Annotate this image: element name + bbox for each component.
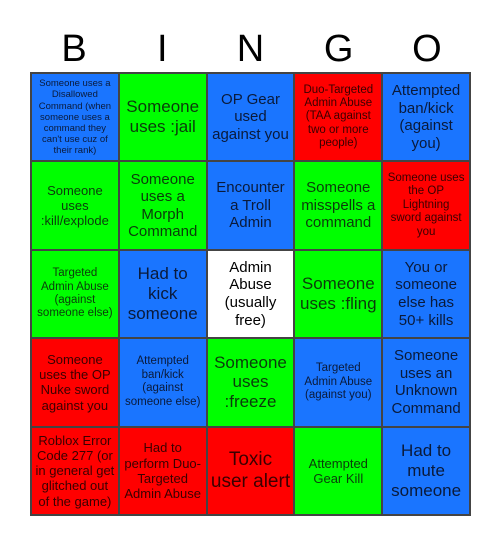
cell-text: Someone uses :kill/explode: [40, 182, 109, 229]
cell-text: Had to mute someone: [391, 440, 462, 500]
header-letter-n: N: [236, 28, 265, 70]
bingo-cell[interactable]: Attempted Gear Kill: [294, 426, 383, 515]
cell-text: Attempted ban/kick (against someone else…: [124, 355, 201, 408]
bingo-cell[interactable]: Someone uses the OP Lightning sword agai…: [382, 161, 470, 250]
bingo-board: Someone uses a Disallowed Command (when …: [30, 72, 471, 516]
cell-text: Admin Abuse (usually free): [224, 258, 277, 329]
cell-text: Someone uses :jail: [126, 97, 200, 137]
bingo-cell[interactable]: Attempted ban/kick (against you): [382, 73, 470, 162]
bingo-cell[interactable]: Had to mute someone: [382, 426, 470, 515]
cell-text: Someone uses the OP Lightning sword agai…: [387, 171, 465, 238]
bingo-cell[interactable]: Someone uses a Morph Command: [118, 161, 207, 250]
cell-text: Had to perform Duo-Targeted Admin Abuse: [124, 440, 201, 501]
bingo-cell[interactable]: You or someone else has 50+ kills: [382, 249, 470, 339]
cell-text: You or someone else has 50+ kills: [395, 258, 457, 329]
header-letter-i: I: [157, 28, 168, 70]
cell-text: Toxic user alert: [210, 448, 291, 492]
bingo-cell[interactable]: Attempted ban/kick (against someone else…: [118, 338, 207, 427]
bingo-header: B I N G O: [30, 26, 471, 72]
cell-text: Someone uses a Disallowed Command (when …: [38, 78, 112, 156]
cell-text: Someone uses :fling: [300, 274, 377, 313]
bingo-cell[interactable]: Someone uses a Disallowed Command (when …: [31, 73, 119, 162]
cell-text: Someone uses a Morph Command: [128, 170, 198, 241]
bingo-cell[interactable]: Someone uses :freeze: [206, 338, 295, 427]
bingo-cell[interactable]: OP Gear used against you: [206, 73, 295, 162]
bingo-cell[interactable]: Toxic user alert: [206, 426, 295, 515]
cell-text: Attempted Gear Kill: [308, 455, 368, 486]
cell-text: Attempted ban/kick (against you): [391, 82, 461, 152]
bingo-cell[interactable]: Duo-Targeted Admin Abuse (TAA against tw…: [294, 73, 383, 162]
bingo-cell[interactable]: Someone uses an Unknown Command: [382, 338, 470, 427]
header-letter-o: O: [412, 28, 442, 70]
cell-text: Someone uses :freeze: [214, 352, 287, 412]
bingo-cell[interactable]: Someone misspells a command: [294, 161, 383, 250]
cell-text: Encounter a Troll Admin: [216, 179, 285, 232]
cell-text: Someone misspells a command: [301, 179, 376, 232]
bingo-cell[interactable]: Had to kick someone: [118, 249, 207, 339]
bingo-cell[interactable]: Someone uses :fling: [294, 249, 383, 339]
free-space-cell[interactable]: Admin Abuse (usually free): [206, 249, 295, 339]
cell-text: Someone uses an Unknown Command: [391, 347, 461, 417]
bingo-cell[interactable]: Targeted Admin Abuse (against you): [294, 338, 383, 427]
bingo-cell[interactable]: Encounter a Troll Admin: [206, 161, 295, 250]
cell-text: Duo-Targeted Admin Abuse (TAA against tw…: [303, 83, 374, 150]
bingo-cell[interactable]: Someone uses the OP Nuke sword against y…: [31, 338, 119, 427]
cell-text: Someone uses the OP Nuke sword against y…: [39, 351, 111, 413]
bingo-cell[interactable]: Roblox Error Code 277 (or in general get…: [31, 426, 119, 515]
header-letter-b: B: [61, 28, 87, 70]
header-letter-g: G: [323, 28, 354, 70]
cell-text: Targeted Admin Abuse (against you): [304, 362, 373, 402]
bingo-cell[interactable]: Targeted Admin Abuse (against someone el…: [31, 249, 119, 339]
bingo-cell[interactable]: Someone uses :jail: [118, 73, 207, 162]
bingo-cell[interactable]: Someone uses :kill/explode: [31, 161, 119, 250]
cell-text: Had to kick someone: [127, 264, 198, 323]
cell-text: Targeted Admin Abuse (against someone el…: [37, 267, 113, 320]
cell-text: Roblox Error Code 277 (or in general get…: [35, 432, 115, 509]
bingo-cell[interactable]: Had to perform Duo-Targeted Admin Abuse: [118, 426, 207, 515]
cell-text: OP Gear used against you: [212, 90, 289, 143]
